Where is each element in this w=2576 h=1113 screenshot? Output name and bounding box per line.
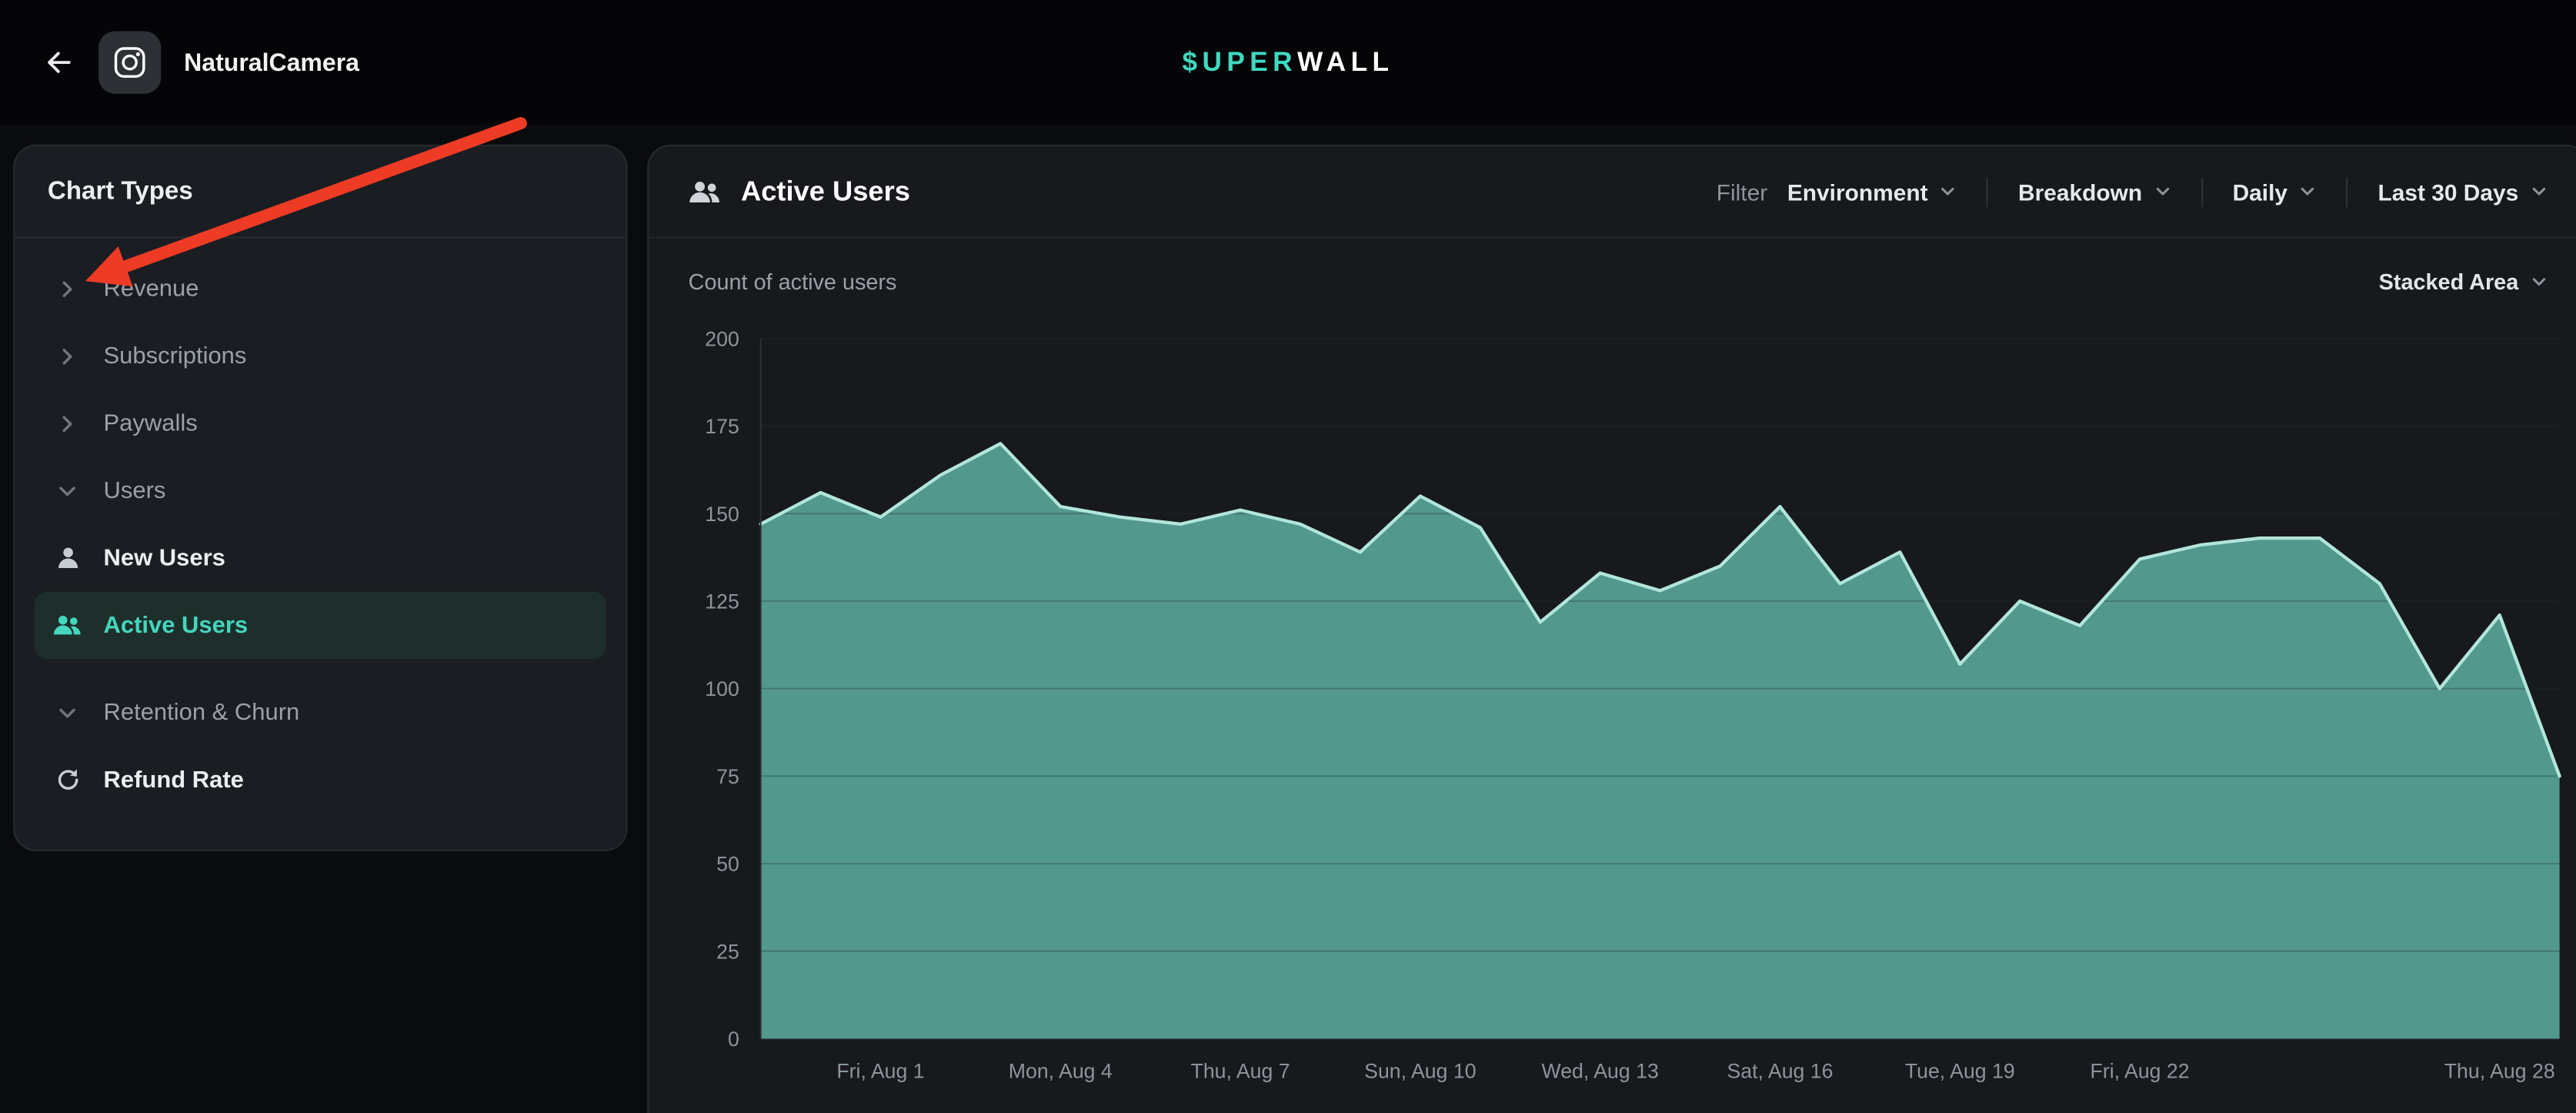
sidebar-item-refund-rate[interactable]: Refund Rate xyxy=(35,746,606,814)
chevron-down-icon xyxy=(51,479,84,502)
environment-dropdown-label: Environment xyxy=(1787,179,1928,205)
logo-suffix: WALL xyxy=(1297,47,1393,79)
date-range-dropdown[interactable]: Last 30 Days xyxy=(2377,179,2548,205)
logo-prefix: $UPER xyxy=(1183,47,1298,79)
environment-dropdown[interactable]: Environment xyxy=(1787,179,1957,205)
sidebar-item-paywalls[interactable]: Paywalls xyxy=(35,389,606,457)
chart-type-label: Stacked Area xyxy=(2379,269,2519,293)
back-button[interactable] xyxy=(33,36,85,89)
chevron-down-icon xyxy=(51,701,84,724)
app-name: NaturalCamera xyxy=(184,48,359,76)
svg-text:Tue, Aug 19: Tue, Aug 19 xyxy=(1905,1060,2015,1083)
sidebar-item-label: Active Users xyxy=(104,612,249,638)
svg-text:Wed, Aug 13: Wed, Aug 13 xyxy=(1542,1060,1659,1083)
chevron-down-icon xyxy=(2530,182,2548,200)
sidebar-item-users[interactable]: Users xyxy=(35,457,606,525)
sidebar-item-label: Retention & Churn xyxy=(104,700,300,726)
svg-text:Fri, Aug 22: Fri, Aug 22 xyxy=(2090,1060,2190,1083)
svg-text:50: 50 xyxy=(716,853,739,876)
sidebar-item-label: Paywalls xyxy=(104,410,198,436)
panel-header: Active Users Filter Environment Breakdow… xyxy=(649,146,2576,239)
arrow-left-icon xyxy=(43,46,76,79)
panel-title: Active Users xyxy=(741,175,910,208)
sidebar-item-label: Subscriptions xyxy=(104,343,247,369)
svg-text:100: 100 xyxy=(705,677,739,700)
date-range-dropdown-label: Last 30 Days xyxy=(2377,179,2518,205)
chart-subtitle: Count of active users xyxy=(689,269,897,293)
svg-text:Sat, Aug 16: Sat, Aug 16 xyxy=(1727,1060,1833,1083)
breakdown-dropdown[interactable]: Breakdown xyxy=(2018,179,2172,205)
sidebar-item-retention-churn[interactable]: Retention & Churn xyxy=(35,679,606,747)
sidebar-item-new-users[interactable]: New Users xyxy=(35,524,606,592)
chevron-right-icon xyxy=(51,277,84,300)
sidebar-item-label: Revenue xyxy=(104,276,199,302)
sidebar-item-label: Users xyxy=(104,477,166,503)
svg-text:200: 200 xyxy=(705,327,739,350)
svg-text:Sun, Aug 10: Sun, Aug 10 xyxy=(1364,1060,1476,1083)
svg-text:125: 125 xyxy=(705,590,739,613)
chart-type-selector[interactable]: Stacked Area xyxy=(2379,269,2548,293)
active-users-panel: Active Users Filter Environment Breakdow… xyxy=(647,145,2576,1113)
chart-subheader: Count of active users Stacked Area xyxy=(649,239,2576,324)
people-icon xyxy=(51,611,84,639)
svg-text:Thu, Aug 28: Thu, Aug 28 xyxy=(2444,1060,2555,1083)
chevron-right-icon xyxy=(51,412,84,435)
filter-label: Filter xyxy=(1717,179,1767,205)
breakdown-dropdown-label: Breakdown xyxy=(2018,179,2142,205)
chevron-right-icon xyxy=(51,344,84,367)
chart-types-panel: Chart Types Revenue Subscriptions Paywal… xyxy=(13,145,628,851)
svg-text:Mon, Aug 4: Mon, Aug 4 xyxy=(1009,1060,1113,1083)
svg-text:175: 175 xyxy=(705,415,739,438)
divider xyxy=(1987,177,1988,206)
superwall-logo: $UPERWALL xyxy=(0,0,2576,125)
interval-dropdown[interactable]: Daily xyxy=(2233,179,2317,205)
divider xyxy=(2347,177,2348,206)
chevron-down-icon xyxy=(1940,182,1957,200)
sidebar-item-active-users[interactable]: Active Users xyxy=(35,592,606,660)
people-icon xyxy=(689,177,722,206)
svg-text:25: 25 xyxy=(716,940,739,963)
svg-text:Fri, Aug 1: Fri, Aug 1 xyxy=(836,1060,924,1083)
sidebar-item-subscriptions[interactable]: Subscriptions xyxy=(35,322,606,389)
header-controls: Filter Environment Breakdown Daily La xyxy=(1717,177,2548,206)
camera-icon xyxy=(112,45,148,81)
svg-text:Thu, Aug 7: Thu, Aug 7 xyxy=(1191,1060,1290,1083)
app-icon xyxy=(98,32,161,94)
chevron-down-icon xyxy=(2154,182,2171,200)
topbar: NaturalCamera $UPERWALL xyxy=(0,0,2576,125)
chart-types-title: Chart Types xyxy=(15,146,626,239)
chart-types-list: Revenue Subscriptions Paywalls Users xyxy=(15,239,626,831)
svg-text:0: 0 xyxy=(728,1028,739,1051)
active-users-chart: 0 25 50 75 100 125 150 175 200 Fri, Aug 1 Mon, Aug… xyxy=(649,319,2576,1091)
interval-dropdown-label: Daily xyxy=(2233,179,2287,205)
chevron-down-icon xyxy=(2299,182,2317,200)
app-window: NaturalCamera $UPERWALL Chart Types Reve… xyxy=(0,0,2576,1113)
svg-text:150: 150 xyxy=(705,503,739,526)
refresh-icon xyxy=(51,766,84,794)
svg-text:75: 75 xyxy=(716,765,739,788)
person-icon xyxy=(51,544,84,572)
divider xyxy=(2201,177,2203,206)
sidebar-item-revenue[interactable]: Revenue xyxy=(35,255,606,323)
sidebar-item-label: Refund Rate xyxy=(104,767,244,793)
sidebar-item-label: New Users xyxy=(104,545,225,571)
chevron-down-icon xyxy=(2530,272,2548,289)
